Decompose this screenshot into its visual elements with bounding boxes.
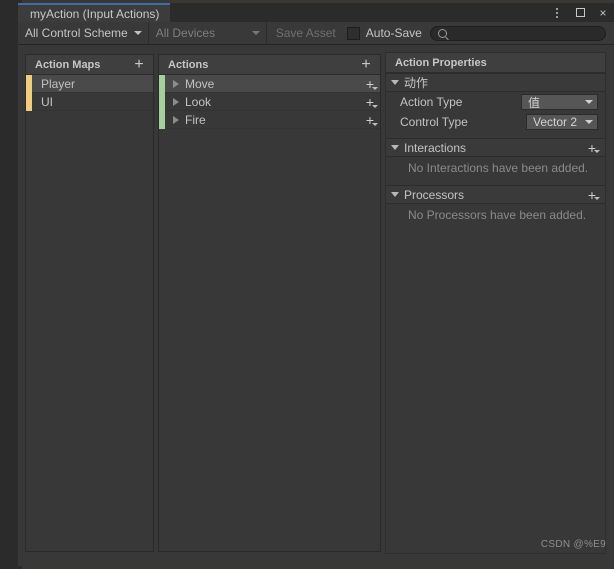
control-scheme-dropdown[interactable]: All Control Scheme xyxy=(18,22,148,45)
action-type-row: Action Type 值 xyxy=(386,92,605,112)
action-maps-panel: Action Maps + Player UI xyxy=(25,54,154,552)
chevron-down-icon xyxy=(585,100,593,104)
action-type-dropdown[interactable]: 值 xyxy=(521,94,598,110)
search-field[interactable] xyxy=(429,25,606,41)
interactions-section-header[interactable]: Interactions + xyxy=(386,138,605,157)
add-interaction-button[interactable]: + xyxy=(583,139,601,156)
control-type-label: Control Type xyxy=(400,115,468,129)
tab-myaction[interactable]: myAction (Input Actions) xyxy=(18,3,171,22)
add-action-button[interactable]: + xyxy=(358,56,374,73)
add-binding-button[interactable]: + xyxy=(360,111,380,129)
chevron-down-icon xyxy=(391,145,399,150)
editor-body: Action Maps + Player UI Actions + Move + Lo… xyxy=(18,45,614,559)
action-label: Fire xyxy=(185,112,206,127)
action-map-label: Player xyxy=(41,76,76,91)
action-accent xyxy=(159,110,165,129)
action-label: Look xyxy=(185,94,212,109)
action-row[interactable]: Move + xyxy=(159,74,380,93)
devices-label: All Devices xyxy=(155,26,216,40)
action-section-title: 动作 xyxy=(404,76,429,90)
kebab-menu-icon[interactable] xyxy=(550,6,564,20)
add-action-map-button[interactable]: + xyxy=(131,56,147,73)
window-tab-bar: myAction (Input Actions) × xyxy=(18,3,614,22)
action-section-header[interactable]: 动作 xyxy=(386,73,605,92)
control-type-value: Vector 2 xyxy=(533,115,578,129)
processors-empty-text: No Processors have been added. xyxy=(408,208,587,222)
actions-title: Actions xyxy=(168,58,209,71)
add-processor-button[interactable]: + xyxy=(583,186,601,203)
control-type-dropdown[interactable]: Vector 2 xyxy=(526,114,598,130)
action-properties-title: Action Properties xyxy=(395,56,487,69)
maximize-icon[interactable] xyxy=(573,6,587,20)
action-row[interactable]: Look + xyxy=(159,92,380,111)
close-icon[interactable]: × xyxy=(596,6,610,20)
control-type-row: Control Type Vector 2 xyxy=(386,112,605,132)
search-icon xyxy=(437,28,447,38)
chevron-down-icon xyxy=(391,80,399,85)
tab-label: myAction (Input Actions) xyxy=(30,6,160,21)
auto-save-control[interactable]: Auto-Save xyxy=(345,26,430,40)
processors-section-header[interactable]: Processors + xyxy=(386,185,605,204)
add-binding-button[interactable]: + xyxy=(360,93,380,111)
chevron-down-icon xyxy=(391,192,399,197)
action-row[interactable]: Fire + xyxy=(159,110,380,129)
action-map-label: UI xyxy=(41,94,53,109)
search-container xyxy=(429,25,614,41)
save-asset-button[interactable]: Save Asset xyxy=(267,22,345,45)
interactions-title: Interactions xyxy=(404,140,467,155)
action-maps-title: Action Maps xyxy=(35,58,101,71)
add-binding-button[interactable]: + xyxy=(360,75,380,93)
interactions-empty-text: No Interactions have been added. xyxy=(408,161,589,175)
action-accent xyxy=(159,74,165,93)
actions-header: Actions + xyxy=(159,55,380,75)
auto-save-checkbox[interactable] xyxy=(346,26,360,40)
action-maps-header: Action Maps + xyxy=(26,55,153,75)
window-controls: × xyxy=(550,3,610,22)
chevron-down-icon xyxy=(585,120,594,124)
action-label: Move xyxy=(185,76,215,91)
actions-panel: Actions + Move + Look + Fire + xyxy=(158,54,381,552)
desktop-backdrop: myAction (Input Actions) × All Control S… xyxy=(0,0,614,569)
action-map-row[interactable]: Player xyxy=(26,74,153,93)
action-properties-panel: Action Properties 动作 Action Type 值 Contr… xyxy=(385,52,606,554)
action-maps-list: Player UI xyxy=(26,74,153,111)
toolbar: All Control Scheme All Devices Save Asse… xyxy=(18,21,614,45)
devices-dropdown[interactable]: All Devices xyxy=(149,22,266,45)
search-input[interactable] xyxy=(451,27,598,39)
action-properties-header: Action Properties xyxy=(386,53,605,73)
input-actions-window: myAction (Input Actions) × All Control S… xyxy=(18,3,614,566)
actions-list: Move + Look + Fire + xyxy=(159,74,380,129)
control-scheme-label: All Control Scheme xyxy=(25,26,128,40)
chevron-down-icon xyxy=(251,31,260,35)
action-type-value: 值 xyxy=(528,95,541,110)
auto-save-label: Auto-Save xyxy=(365,26,422,40)
action-type-label: Action Type xyxy=(400,95,463,109)
processors-title: Processors xyxy=(404,187,465,202)
chevron-down-icon xyxy=(133,31,142,35)
action-map-row[interactable]: UI xyxy=(26,92,153,111)
action-accent xyxy=(159,92,165,111)
watermark: CSDN @%E9 xyxy=(540,539,606,550)
